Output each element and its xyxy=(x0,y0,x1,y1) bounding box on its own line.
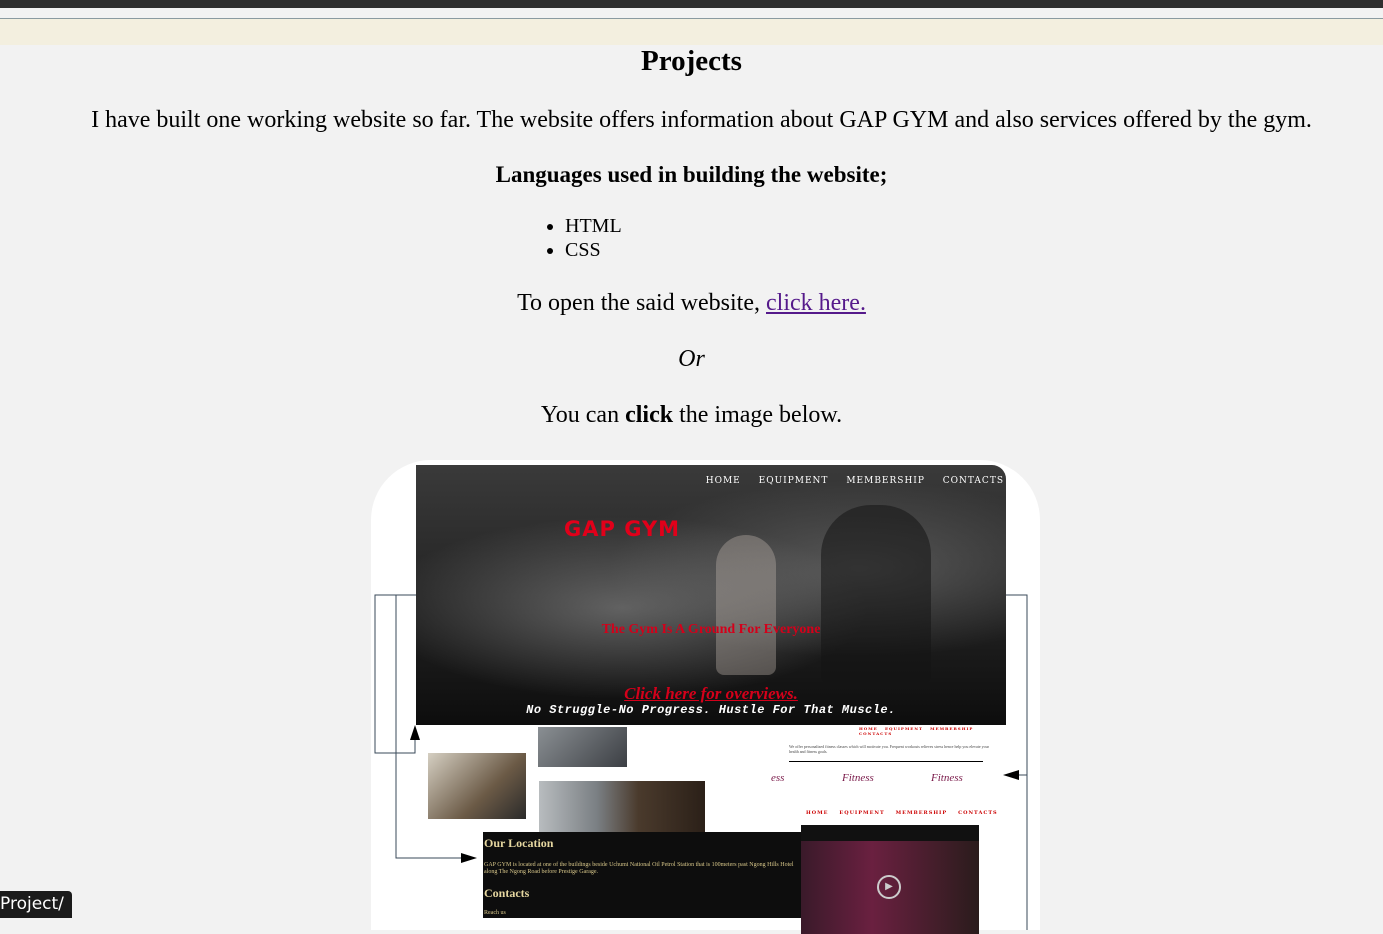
languages-list: HTML CSS xyxy=(520,214,622,262)
open-website-text: To open the said website, click here. xyxy=(0,290,1383,317)
status-bar-url: Project/ xyxy=(0,891,72,918)
gym-interior-image xyxy=(428,753,526,819)
gym-motto: No Struggle-No Progress. Hustle For That… xyxy=(526,703,896,717)
gym-brand: GAP GYM xyxy=(564,517,681,541)
preview-nav: HOME EQUIPMENT MEMBERSHIP CONTACTS xyxy=(692,476,1004,486)
list-item: CSS xyxy=(565,238,622,262)
contacts-heading: Contacts xyxy=(484,886,530,900)
athlete-figure xyxy=(821,505,931,685)
location-heading: Our Location xyxy=(484,836,554,850)
services-text: We offer personalized fitness classes wh… xyxy=(789,744,989,754)
nav-item: EQUIPMENT xyxy=(758,476,829,486)
open-prefix: To open the said website, xyxy=(517,290,760,316)
athlete-figure xyxy=(716,535,776,675)
click-suffix: the image below. xyxy=(679,402,843,428)
overview-link: Click here for overviews. xyxy=(624,684,798,703)
gym-interior-image xyxy=(538,727,627,767)
open-website-link[interactable]: click here. xyxy=(766,290,866,316)
fitness-label: Fitness xyxy=(842,772,874,784)
preview-collage-left xyxy=(423,725,774,833)
nav-item: CONTACTS xyxy=(942,476,1004,486)
location-contacts-block: Our Location GAP GYM is located at one o… xyxy=(483,832,801,918)
fitness-label: ess xyxy=(771,772,785,784)
fitness-label: Fitness xyxy=(931,772,963,784)
location-text: GAP GYM is located at one of the buildin… xyxy=(484,862,794,875)
contacts-text: Reach us xyxy=(484,910,506,916)
click-bold: click xyxy=(625,402,674,428)
languages-heading: Languages used in building the website; xyxy=(495,162,888,187)
nav-item: MEMBERSHIP xyxy=(846,476,925,486)
preview-nav-small: HOME EQUIPMENT MEMBERSHIP CONTACTS xyxy=(806,810,998,816)
play-icon: ▶ xyxy=(877,875,901,899)
header-band xyxy=(0,19,1383,45)
nav-item: HOME xyxy=(705,476,741,486)
click-image-text: You can click the image below. xyxy=(0,402,1383,429)
website-preview-hero[interactable]: HOME EQUIPMENT MEMBERSHIP CONTACTS GAP G… xyxy=(416,465,1006,725)
page-title: Projects xyxy=(641,45,742,77)
intro-text: I have built one working website so far.… xyxy=(91,107,1312,133)
click-prefix: You can xyxy=(540,402,620,428)
or-text: Or xyxy=(678,346,705,372)
list-item: HTML xyxy=(565,214,622,238)
gym-tagline: The Gym Is A Ground For Everyone xyxy=(601,622,821,637)
browser-top-bar xyxy=(0,0,1383,8)
preview-nav-small: HOME EQUIPMENT MEMBERSHIP CONTACTS xyxy=(859,726,974,736)
preview-collage-right: HOME EQUIPMENT MEMBERSHIP CONTACTS We of… xyxy=(771,725,1001,934)
gym-interior-image xyxy=(539,781,705,833)
divider xyxy=(789,761,983,762)
